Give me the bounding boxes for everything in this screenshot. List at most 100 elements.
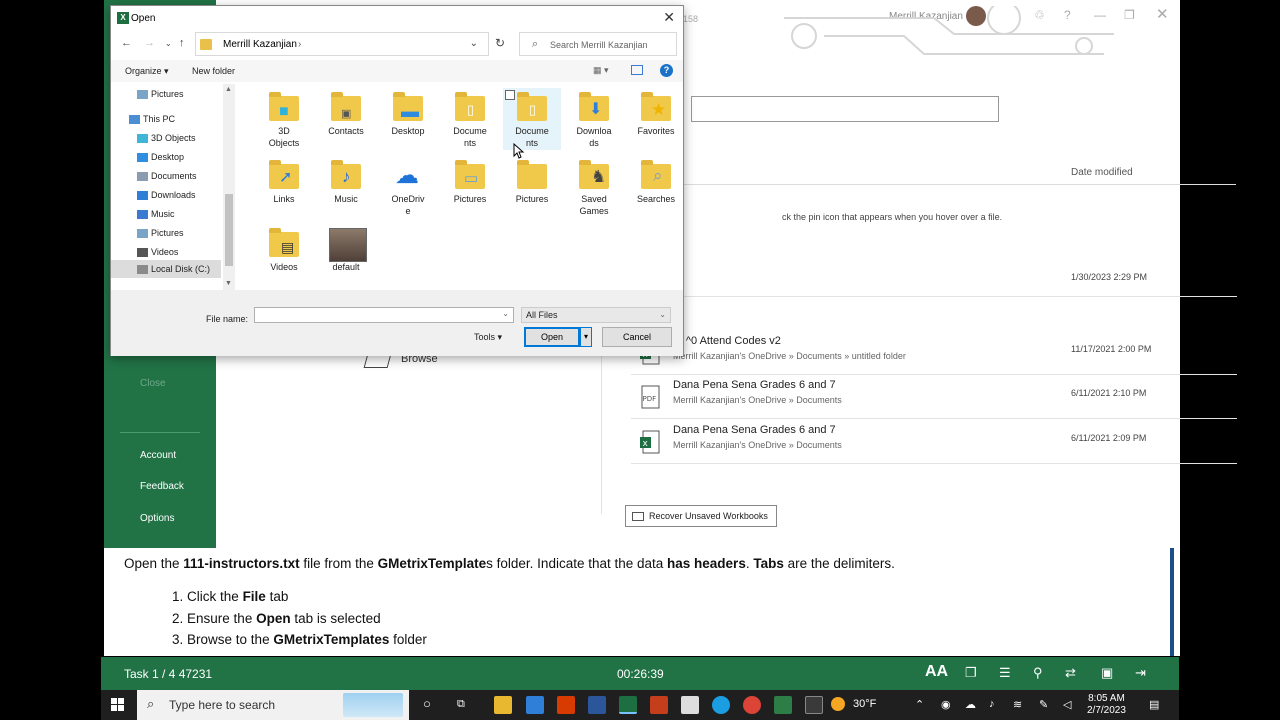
organize-button[interactable]: Organize ▾ — [125, 66, 169, 77]
navigation-scrollbar[interactable]: ▲ ▼ — [223, 84, 235, 290]
font-size-icon[interactable]: AA — [925, 663, 948, 681]
folder-item[interactable]: ▣ Contacts — [317, 88, 375, 150]
chevron-up-icon[interactable]: ⌃ — [915, 698, 924, 711]
close-window-icon[interactable]: ✕ — [1156, 5, 1169, 23]
refresh-icon[interactable]: ↻ — [495, 36, 505, 50]
folder-item[interactable]: ♪ Music — [317, 156, 375, 218]
folder-item[interactable]: ▬ Desktop — [379, 88, 437, 150]
chevron-down-icon[interactable]: ⌄ — [502, 309, 509, 318]
cancel-button[interactable]: Cancel — [602, 327, 672, 347]
address-field[interactable]: Merrill Kazanjian › ⌄ — [195, 32, 489, 56]
office-icon[interactable] — [557, 696, 575, 714]
submit-icon[interactable]: ⇥ — [1135, 665, 1146, 681]
tree-item-local-disk[interactable]: Local Disk (C:) — [137, 261, 210, 277]
save-icon[interactable]: ▣ — [1101, 665, 1113, 681]
list-icon[interactable]: ☰ — [999, 665, 1011, 681]
recent-file-row[interactable]: x Dana Pena Sena Grades 6 and 7 Merrill … — [631, 420, 1237, 464]
new-folder-button[interactable]: New folder — [192, 66, 235, 76]
tree-item-desktop[interactable]: Desktop — [137, 149, 184, 165]
folder-item[interactable]: ♞ Saved Games — [565, 156, 623, 218]
chrome-icon[interactable] — [743, 696, 761, 714]
row-divider — [631, 296, 1237, 297]
gmetrix-download-icon[interactable] — [774, 696, 792, 714]
pin-icon[interactable]: ⚲ — [1033, 665, 1043, 681]
tree-item-downloads[interactable]: Downloads — [137, 187, 196, 203]
folder-item[interactable]: ★ Favorites — [627, 88, 685, 150]
open-dropdown-icon[interactable]: ▾ — [580, 327, 592, 347]
folder-item[interactable]: ☁ OneDriv e — [379, 156, 437, 218]
weather-widget[interactable]: 30°F — [831, 697, 876, 711]
tree-item-videos[interactable]: Videos — [137, 244, 178, 260]
meet-icon[interactable]: ◉ — [941, 698, 951, 711]
reset-icon[interactable]: ⇄ — [1065, 665, 1076, 681]
edge-icon[interactable] — [712, 696, 730, 714]
folder-item[interactable]: ➚ Links — [255, 156, 313, 218]
edit-icon[interactable]: ✎ — [1039, 698, 1048, 711]
layout-icon[interactable]: ❐ — [965, 665, 977, 681]
excel-icon[interactable] — [619, 696, 637, 714]
recent-search-input[interactable] — [691, 96, 999, 122]
recent-file-row[interactable]: x ar ^0 Attend Codes v2 Merrill Kazanjia… — [631, 331, 1237, 375]
powerpoint-icon[interactable] — [650, 696, 668, 714]
folder-item[interactable]: ⌕ Searches — [627, 156, 685, 218]
volume-icon[interactable]: ◁ — [1063, 698, 1071, 711]
wifi-icon[interactable]: ≋ — [1013, 698, 1022, 711]
folder-item[interactable]: ■ 3D Objects — [255, 88, 313, 150]
clock[interactable]: 8:05 AM 2/7/2023 — [1087, 693, 1126, 717]
cortana-icon[interactable]: ○ — [423, 696, 431, 711]
select-checkbox[interactable] — [505, 90, 515, 100]
restore-icon[interactable]: ❐ — [1124, 8, 1135, 22]
windows-start-icon[interactable] — [111, 698, 125, 712]
file-name-input[interactable]: ⌄ — [254, 307, 514, 323]
scroll-down-icon[interactable]: ▼ — [225, 280, 232, 287]
file-explorer-icon[interactable] — [494, 696, 512, 714]
date-modified-header[interactable]: Date modified — [1071, 167, 1133, 178]
tree-label: Documents — [151, 171, 197, 181]
change-view-icon[interactable]: ▦ ▾ — [593, 65, 609, 76]
chevron-down-icon[interactable]: ⌄ — [470, 38, 478, 49]
folder-item-hovered[interactable]: ▯ Docume nts — [503, 88, 561, 150]
nav-options[interactable]: Options — [140, 513, 174, 524]
dialog-search-input[interactable]: ⌕ Search Merrill Kazanjian — [519, 32, 677, 56]
tree-item-documents[interactable]: Documents — [137, 168, 197, 184]
scroll-up-icon[interactable]: ▲ — [225, 86, 232, 93]
tree-item-3d-objects[interactable]: 3D Objects — [137, 130, 196, 146]
nav-close[interactable]: Close — [140, 378, 166, 389]
tree-item-pictures[interactable]: Pictures — [137, 86, 184, 102]
close-icon[interactable]: ✕ — [663, 9, 675, 26]
folder-item[interactable]: ▭ Pictures — [441, 156, 499, 218]
recent-locations-icon[interactable]: ⌄ — [165, 39, 172, 48]
calculator-icon[interactable] — [681, 696, 699, 714]
preview-pane-icon[interactable] — [631, 65, 643, 75]
chevron-right-icon[interactable]: › — [298, 39, 301, 50]
gmetrix-app-icon[interactable] — [805, 696, 823, 714]
image-item[interactable]: default — [317, 224, 375, 286]
nav-account[interactable]: Account — [140, 450, 176, 461]
tools-button[interactable]: Tools ▾ — [474, 332, 502, 343]
onedrive-icon[interactable]: ☁ — [965, 698, 976, 711]
up-arrow-icon[interactable]: ↑ — [179, 37, 185, 49]
tree-item-pictures[interactable]: Pictures — [137, 225, 184, 241]
tree-item-this-pc[interactable]: This PC — [129, 111, 175, 127]
back-arrow-icon[interactable]: ← — [121, 37, 132, 49]
tree-item-music[interactable]: Music — [137, 206, 175, 222]
microphone-icon[interactable]: ♪ — [989, 698, 995, 710]
notifications-icon[interactable]: ▤ — [1149, 698, 1159, 711]
recover-unsaved-workbooks-button[interactable]: Recover Unsaved Workbooks — [625, 505, 777, 527]
word-icon[interactable] — [588, 696, 606, 714]
recent-file-row[interactable]: PDF Dana Pena Sena Grades 6 and 7 Merril… — [631, 375, 1237, 419]
file-type-select[interactable]: All Files ⌄ — [521, 307, 671, 323]
folder-item[interactable]: ▤ Videos — [255, 224, 313, 286]
folder-item[interactable]: Pictures — [503, 156, 561, 218]
taskbar-search-input[interactable]: ⌕ Type here to search — [137, 690, 409, 720]
help-icon[interactable]: ? — [660, 64, 673, 77]
folder-item[interactable]: ▯ Docume nts — [441, 88, 499, 150]
forward-arrow-icon[interactable]: → — [144, 37, 155, 49]
open-button[interactable]: Open — [524, 327, 580, 347]
nav-feedback[interactable]: Feedback — [140, 481, 184, 492]
folder-item[interactable]: ⬇ Downloa ds — [565, 88, 623, 150]
mail-icon[interactable] — [526, 696, 544, 714]
instruction-scroll-edge — [1170, 548, 1180, 656]
task-view-icon[interactable]: ⧉ — [457, 698, 465, 711]
scroll-thumb[interactable] — [225, 194, 233, 266]
